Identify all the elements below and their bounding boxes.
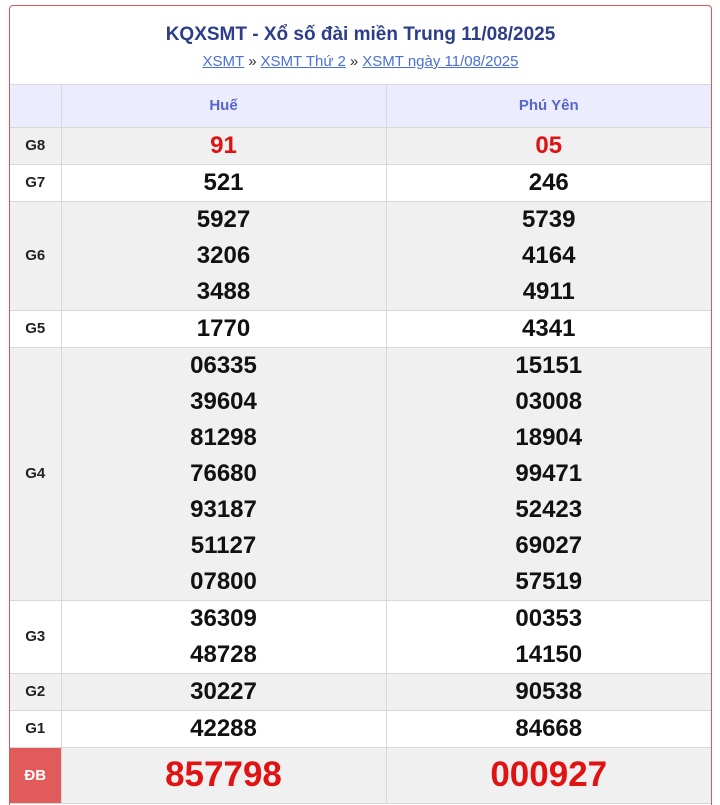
table-row: G4 06335 39604 81298 76680 93187 51127 07800 151…: [10, 346, 711, 601]
table-row: G8 91 05: [10, 126, 711, 165]
cell-hue: 06335 39604 81298 76680 93187 51127 07800: [60, 346, 387, 601]
prize-label: G5: [10, 309, 62, 348]
result-number: 5927: [196, 205, 251, 233]
prize-label: ĐB: [10, 746, 62, 804]
cell-hue: 42288: [60, 709, 387, 748]
table-header-row: Huế Phú Yên: [10, 85, 711, 128]
breadcrumb-separator: »: [248, 53, 257, 70]
result-number: 51127: [190, 531, 257, 559]
result-number: 30227: [190, 677, 257, 705]
breadcrumb-link-xsmt-date[interactable]: XSMT ngày 11/08/2025: [362, 53, 518, 70]
cell-phu-yen: 84668: [385, 709, 711, 748]
result-number: 99471: [515, 459, 583, 487]
cell-phu-yen: 5739 4164 4911: [385, 200, 711, 311]
page-title: KQXSMT - Xổ số đài miền Trung 11/08/2025: [165, 24, 556, 45]
result-number: 48728: [190, 640, 257, 668]
result-number: 000927: [490, 755, 608, 794]
results-header: KQXSMT - Xổ số đài miền Trung 11/08/2025…: [10, 6, 711, 85]
prize-label: G1: [10, 709, 62, 748]
result-number: 42288: [190, 714, 257, 742]
result-number: 93187: [190, 495, 257, 523]
table-row: G2 30227 90538: [10, 672, 711, 711]
result-number: 1770: [196, 314, 251, 342]
results-body: G8 91 05 G7 521 246 G6 5927 3206 3488 5739 4164 4911…: [10, 126, 711, 804]
results-table: Huế Phú Yên G8 91 05 G7 521 246 G6 5927 3206 3488…: [10, 85, 711, 804]
result-number: 76680: [190, 459, 257, 487]
result-number: 39604: [190, 387, 257, 415]
column-header-hue: Huế: [60, 85, 387, 128]
cell-hue: 5927 3206 3488: [60, 200, 387, 311]
column-header-prize: [10, 85, 62, 128]
cell-hue: 1770: [60, 309, 387, 348]
result-number: 36309: [190, 604, 257, 632]
table-row: G5 1770 4341: [10, 309, 711, 348]
result-number: 14150: [515, 640, 583, 668]
result-number: 4341: [522, 314, 576, 342]
result-number: 69027: [515, 531, 583, 559]
result-number: 3488: [196, 277, 251, 305]
breadcrumb-separator: »: [349, 53, 359, 70]
prize-label: G7: [10, 163, 62, 202]
breadcrumb-link-xsmt[interactable]: XSMT: [203, 53, 245, 70]
result-number: 4164: [522, 241, 576, 269]
table-row: ĐB 857798 000927: [10, 746, 711, 804]
result-number: 4911: [522, 277, 575, 305]
cell-phu-yen: 05: [385, 126, 711, 165]
result-number: 857798: [165, 755, 282, 794]
cell-hue: 857798: [60, 746, 387, 804]
result-number: 84668: [515, 714, 583, 742]
cell-phu-yen: 246: [385, 163, 711, 202]
cell-phu-yen: 90538: [385, 672, 711, 711]
result-number: 15151: [515, 351, 583, 379]
result-number: 07800: [190, 567, 257, 595]
result-number: 06335: [190, 351, 257, 379]
result-number: 57519: [515, 567, 583, 595]
result-number: 00353: [515, 604, 583, 632]
cell-phu-yen: 00353 14150: [385, 599, 711, 674]
prize-label: G8: [10, 126, 62, 165]
table-row: G6 5927 3206 3488 5739 4164 4911: [10, 200, 711, 311]
results-panel: KQXSMT - Xổ số đài miền Trung 11/08/2025…: [9, 5, 712, 805]
result-number: 521: [203, 168, 244, 196]
cell-hue: 36309 48728: [60, 599, 387, 674]
result-number: 246: [528, 168, 569, 196]
table-row: G3 36309 48728 00353 14150: [10, 599, 711, 674]
cell-hue: 91: [60, 126, 387, 165]
result-number: 81298: [190, 423, 257, 451]
cell-hue: 30227: [60, 672, 387, 711]
result-number: 03008: [515, 387, 583, 415]
result-number: 91: [210, 131, 237, 159]
prize-label: G2: [10, 672, 62, 711]
prize-label: G4: [10, 346, 62, 601]
result-number: 05: [535, 131, 563, 159]
table-row: G1 42288 84668: [10, 709, 711, 748]
prize-label: G6: [10, 200, 62, 311]
prize-label: G3: [10, 599, 62, 674]
cell-hue: 521: [60, 163, 387, 202]
cell-phu-yen: 4341: [385, 309, 711, 348]
breadcrumb-link-xsmt-thu-2[interactable]: XSMT Thứ 2: [261, 53, 346, 70]
result-number: 3206: [196, 241, 251, 269]
cell-phu-yen: 000927: [385, 746, 711, 804]
result-number: 18904: [515, 423, 583, 451]
table-row: G7 521 246: [10, 163, 711, 202]
column-header-phu-yen: Phú Yên: [385, 85, 711, 128]
result-number: 52423: [515, 495, 583, 523]
result-number: 5739: [522, 205, 576, 233]
breadcrumb: XSMT» XSMT Thứ 2» XSMT ngày 11/08/2025: [10, 52, 711, 72]
result-number: 90538: [515, 677, 583, 705]
cell-phu-yen: 15151 03008 18904 99471 52423 69027 57519: [385, 346, 711, 601]
